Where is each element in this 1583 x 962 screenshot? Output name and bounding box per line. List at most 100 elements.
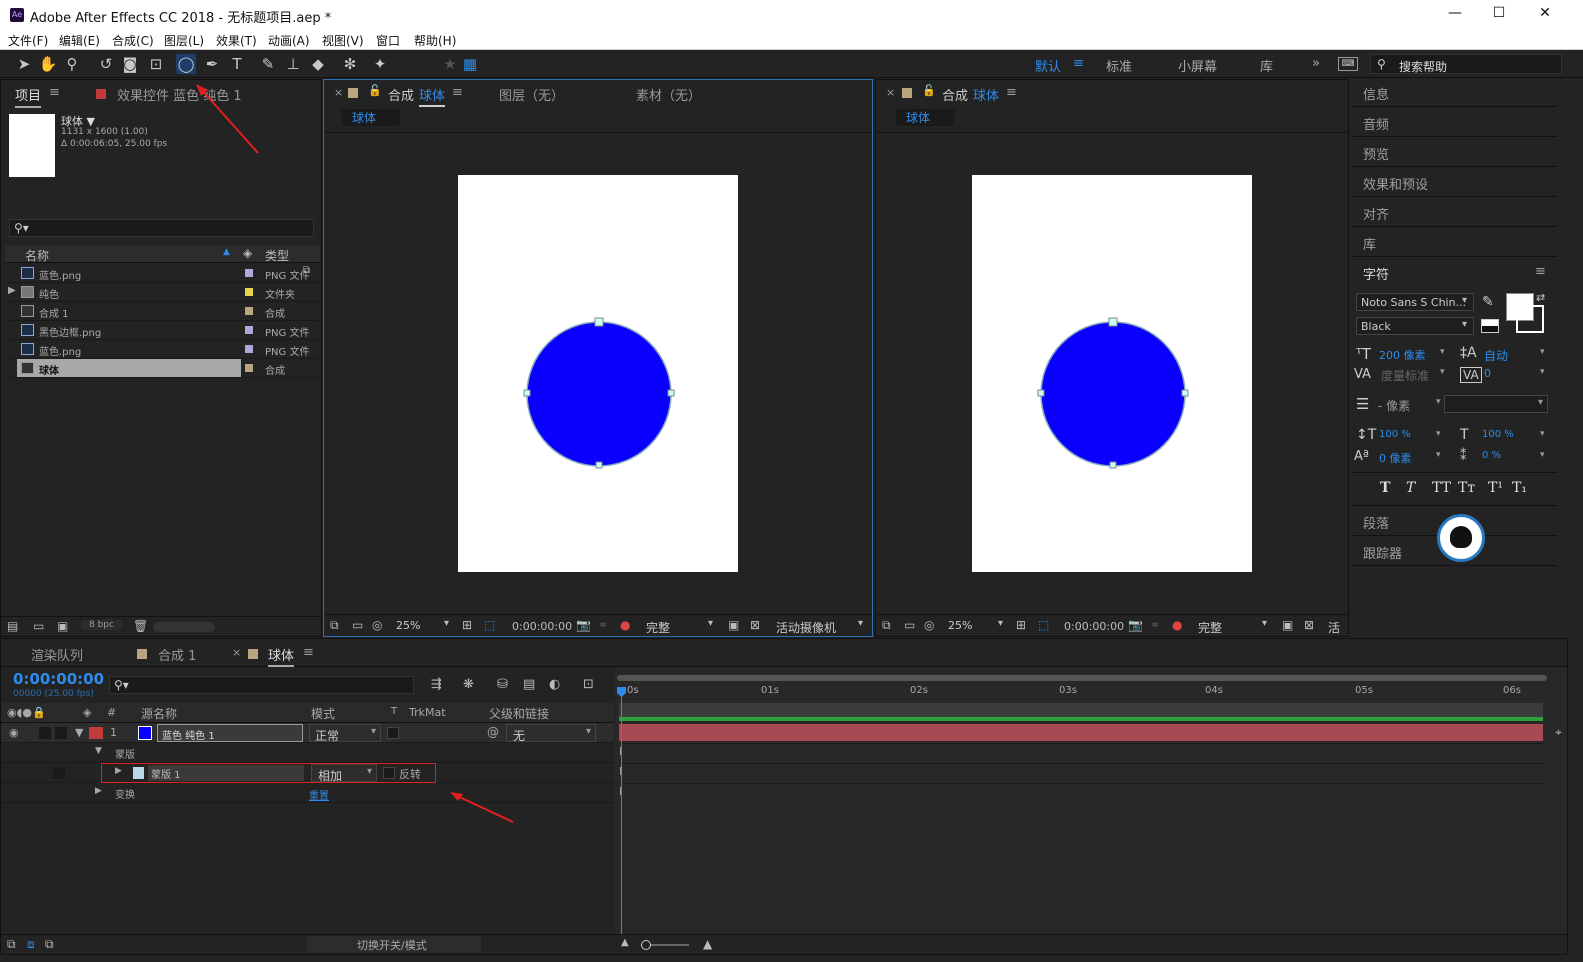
- time-navigator[interactable]: [617, 675, 1547, 681]
- workspace-default[interactable]: 默认: [1035, 56, 1061, 75]
- panel-paragraph[interactable]: 段落: [1363, 513, 1389, 532]
- tab-effect-controls[interactable]: 效果控件 蓝色 纯色 1: [117, 85, 242, 104]
- camera-dropdown[interactable]: 活动摄像机: [776, 619, 836, 636]
- timeline-graph-area[interactable]: 0s 01s 02s 03s 04s 05s 06s I I I ⌖: [615, 667, 1567, 954]
- chevron-down-icon[interactable]: ▾: [1440, 347, 1445, 357]
- search-help-field[interactable]: ⚲ 搜索帮助: [1370, 54, 1562, 74]
- chevron-down-icon[interactable]: ▾: [1462, 295, 1467, 306]
- zoom-tool-icon[interactable]: ⚲: [62, 54, 82, 74]
- chevron-down-icon[interactable]: ▾: [858, 618, 863, 629]
- workspace-menu-icon[interactable]: ≡: [1073, 56, 1084, 71]
- chevron-down-icon[interactable]: ▾: [444, 618, 449, 629]
- tsume-value[interactable]: 0 %: [1482, 450, 1501, 461]
- chevron-down-icon[interactable]: ▾: [1436, 429, 1441, 439]
- current-time[interactable]: 0:00:00:00: [512, 620, 572, 633]
- project-item-selected[interactable]: 球体 合成: [5, 359, 320, 378]
- panel-info[interactable]: 信息: [1363, 84, 1389, 103]
- current-time[interactable]: 0:00:00:00: [1064, 620, 1124, 633]
- font-size-value[interactable]: 200 像素: [1379, 347, 1426, 363]
- tracking-value[interactable]: 0: [1484, 367, 1491, 380]
- fit-icon[interactable]: ⊞: [462, 618, 472, 632]
- leading-value[interactable]: 自动: [1484, 347, 1508, 364]
- camera-tool-icon[interactable]: ◙: [120, 54, 140, 74]
- menu-window[interactable]: 窗口: [376, 32, 400, 49]
- monitor-icon[interactable]: ▭: [352, 618, 363, 632]
- project-search-input[interactable]: ⚲▾: [9, 219, 314, 237]
- tab-layer[interactable]: 图层（无）: [499, 85, 564, 104]
- eraser-tool-icon[interactable]: ◆: [308, 54, 328, 74]
- chevron-down-icon[interactable]: ▾: [1436, 397, 1441, 407]
- snapshot-camera-icon[interactable]: 📷: [1128, 618, 1143, 632]
- puppet-pin-tool-icon[interactable]: ✦: [370, 54, 390, 74]
- tab-composition-label[interactable]: 合成: [942, 85, 968, 104]
- stroke-width-value[interactable]: - 像素: [1378, 397, 1410, 414]
- show-snapshot-icon[interactable]: ⚭: [1150, 618, 1160, 632]
- pen-tool-icon[interactable]: ✒: [202, 54, 222, 74]
- ellipse-layer[interactable]: [458, 175, 738, 572]
- always-preview-icon[interactable]: ⧉: [882, 618, 891, 633]
- menu-layer[interactable]: 图层(L): [164, 32, 204, 49]
- chevron-down-icon[interactable]: ▾: [708, 618, 713, 629]
- menu-effect[interactable]: 效果(T): [216, 32, 257, 49]
- comp-canvas[interactable]: [972, 175, 1252, 572]
- rotate-tool-icon[interactable]: ↺: [96, 54, 116, 74]
- tab-composition-name[interactable]: 球体: [973, 85, 999, 104]
- tab-composition-label[interactable]: 合成: [388, 85, 414, 104]
- close-button[interactable]: ✕: [1530, 5, 1560, 21]
- chevron-down-icon[interactable]: ▾: [1440, 367, 1445, 377]
- baseline-shift-value[interactable]: 0 像素: [1379, 450, 1412, 466]
- tab-footage[interactable]: 素材（无）: [636, 85, 701, 104]
- tab-composition-name[interactable]: 球体: [419, 85, 446, 107]
- new-folder-icon[interactable]: ▭: [33, 619, 44, 633]
- panel-preview[interactable]: 预览: [1363, 144, 1389, 163]
- project-item[interactable]: 蓝色.png PNG 文件: [5, 340, 320, 359]
- subscript-button[interactable]: T₁: [1512, 480, 1527, 496]
- menu-file[interactable]: 文件(F): [8, 32, 48, 49]
- current-time-indicator[interactable]: [621, 689, 622, 954]
- tab-project[interactable]: 项目: [15, 85, 42, 108]
- chevron-down-icon[interactable]: ▾: [1540, 450, 1545, 460]
- bpc-button[interactable]: 8 bpc: [81, 620, 122, 630]
- chevron-down-icon[interactable]: ▾: [1540, 429, 1545, 439]
- comp-button-icon[interactable]: ⌖: [1555, 725, 1562, 740]
- ellipse-layer[interactable]: [972, 175, 1252, 572]
- menu-view[interactable]: 视图(V): [322, 32, 364, 49]
- vertical-scale-value[interactable]: 100 %: [1379, 429, 1411, 440]
- comp-breadcrumb[interactable]: 球体: [342, 109, 400, 126]
- resolution-dropdown[interactable]: 完整: [1198, 619, 1222, 636]
- panel-menu-icon[interactable]: ≡: [452, 85, 463, 100]
- expand-arrow-icon[interactable]: ▶: [8, 285, 16, 296]
- menu-animation[interactable]: 动画(A): [268, 32, 310, 49]
- layer-duration-bar[interactable]: [619, 724, 1543, 741]
- panel-menu-icon[interactable]: ≡: [1006, 85, 1017, 100]
- region-of-interest-icon[interactable]: ▣: [728, 618, 739, 632]
- brush-tool-icon[interactable]: ✎: [258, 54, 278, 74]
- lock-icon[interactable]: 🔓: [922, 84, 936, 97]
- close-tab-button[interactable]: ×: [886, 86, 895, 99]
- maximize-button[interactable]: ☐: [1484, 5, 1514, 21]
- panel-menu-icon[interactable]: ≡: [49, 85, 60, 100]
- interpret-footage-icon[interactable]: ▤: [7, 619, 18, 633]
- chevron-down-icon[interactable]: ▾: [1462, 319, 1467, 330]
- comp-canvas[interactable]: [458, 175, 738, 572]
- project-item[interactable]: ▶ 纯色 文件夹: [5, 283, 320, 302]
- zoom-dropdown[interactable]: 25%: [948, 619, 972, 632]
- always-preview-icon[interactable]: ⧉: [330, 618, 339, 633]
- chevron-down-icon[interactable]: ▾: [1540, 347, 1545, 357]
- project-item[interactable]: 合成 1 合成: [5, 302, 320, 321]
- superscript-button[interactable]: T¹: [1488, 480, 1503, 496]
- in-out-icon[interactable]: ⧉: [45, 937, 54, 952]
- kerning-value[interactable]: 度量标准: [1381, 367, 1429, 384]
- keyboard-icon[interactable]: ⌨: [1338, 57, 1358, 71]
- menu-help[interactable]: 帮助(H): [414, 32, 456, 49]
- workspace-more-button[interactable]: »: [1312, 56, 1320, 71]
- work-area-bar[interactable]: [619, 703, 1543, 717]
- lock-icon[interactable]: 🔓: [368, 84, 382, 97]
- project-item[interactable]: 黑色边框.png PNG 文件: [5, 321, 320, 340]
- label-tag-icon[interactable]: ◈: [243, 246, 252, 260]
- grid-icon[interactable]: ⊠: [750, 618, 760, 632]
- zoom-dropdown[interactable]: 25%: [396, 619, 420, 632]
- ellipse-tool-icon[interactable]: ◯: [176, 54, 196, 74]
- panel-audio[interactable]: 音频: [1363, 114, 1389, 133]
- font-family-dropdown[interactable]: Noto Sans S Chin...: [1356, 293, 1474, 311]
